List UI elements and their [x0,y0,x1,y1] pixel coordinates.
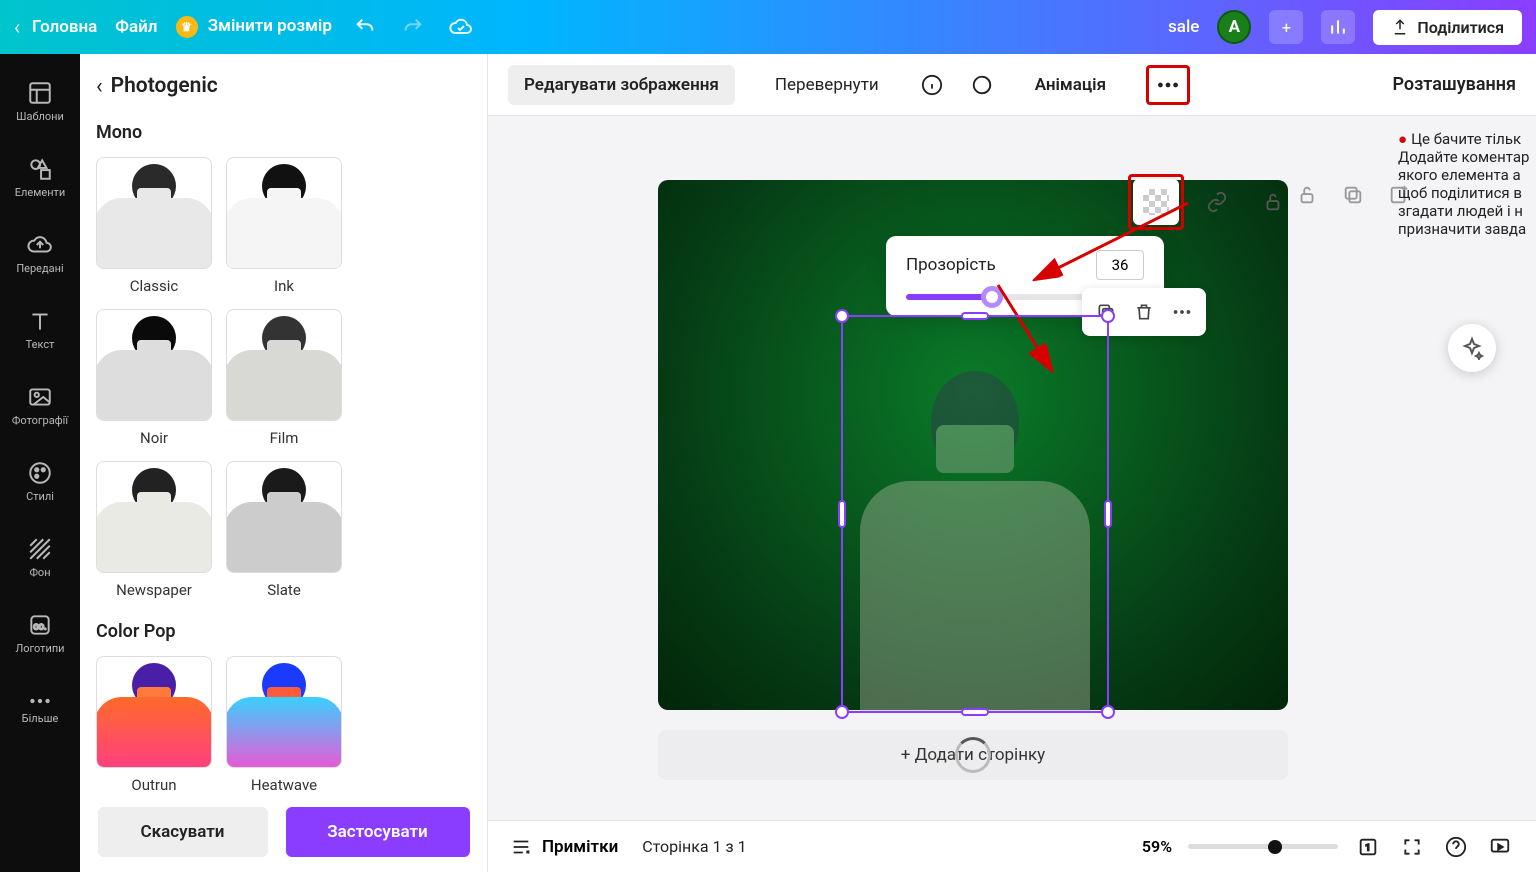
selected-image[interactable] [841,315,1109,713]
nav-label: Текст [26,338,55,351]
crown-icon: ♛ [176,16,198,38]
filter-classic[interactable]: Classic [96,157,212,295]
design-page[interactable]: Прозорість [658,180,1288,710]
cancel-button[interactable]: Скасувати [98,807,268,857]
doc-title[interactable]: sale [1168,17,1199,37]
panel-title: Photogenic [111,74,218,98]
filter-slate[interactable]: Slate [226,461,342,599]
redo-icon[interactable] [398,12,428,42]
nav-styles[interactable]: Стилі [4,448,76,514]
nav-text[interactable]: Текст [4,296,76,362]
nav-photos[interactable]: Фотографії [4,372,76,438]
nav-label: Логотипи [15,642,64,655]
left-nav: Шаблони Елементи Передані Текст Фотограф… [0,54,80,872]
home-link[interactable]: Головна [32,17,97,37]
nav-label: Стилі [26,490,54,503]
resize-label: Змінити розмір [208,16,332,36]
annotation-arrow-1 [1028,198,1198,288]
panel-back-icon[interactable]: ‹ [96,74,103,99]
nav-background[interactable]: Фон [4,524,76,590]
filter-newspaper[interactable]: Newspaper [96,461,212,599]
filter-grid-colorpop: Outrun Heatwave Amethyst [96,656,471,792]
page-duplicate-icon[interactable] [1342,184,1370,212]
nav-templates[interactable]: Шаблони [4,68,76,134]
share-button[interactable]: Поділитися [1373,10,1522,45]
nav-label: Більше [22,712,59,725]
filter-outrun[interactable]: Outrun [96,656,212,792]
status-dot-icon: ● [1398,130,1407,148]
zoom-value: 59% [1142,837,1172,856]
position-button[interactable]: Розташування [1392,74,1516,95]
comment-line: Це бачите тільк [1411,130,1521,148]
filter-heatwave[interactable]: Heatwave [226,656,342,792]
edit-image-button[interactable]: Редагувати зображення [508,65,735,105]
comment-line: Додайте коментар [1398,148,1536,166]
link-button[interactable] [1194,179,1240,225]
apply-button[interactable]: Застосувати [286,807,470,857]
undo-icon[interactable] [350,12,380,42]
loading-icon [955,737,991,773]
comments-panel: ●Це бачите тільк Додайте коментар якого … [1386,116,1536,238]
present-icon[interactable] [1486,833,1514,861]
upload-icon [1391,18,1409,36]
help-icon[interactable] [1442,833,1470,861]
cloud-sync-icon[interactable] [446,12,476,42]
fullscreen-icon[interactable] [1398,833,1426,861]
effects-icon[interactable] [969,72,995,98]
nav-label: Фотографії [12,414,68,427]
more-options-highlight [1146,65,1190,105]
comment-line: призначити завда [1398,220,1536,238]
ai-fab[interactable] [1448,324,1496,372]
zoom-slider[interactable] [1188,844,1338,849]
svg-text:co.: co. [33,621,46,632]
filter-film[interactable]: Film [226,309,342,447]
more-icon[interactable] [1155,72,1181,98]
nav-label: Шаблони [16,110,64,123]
context-toolbar: Редагувати зображення Перевернути Анімац… [488,54,1536,116]
svg-text:1: 1 [1365,843,1370,853]
filters-panel: ‹ Photogenic Mono Classic Ink Noir Film … [80,54,488,872]
nav-logos[interactable]: co. Логотипи [4,600,76,666]
nav-label: Елементи [15,186,65,199]
canvas-area[interactable]: Прозорість [488,116,1536,820]
section-mono: Mono [96,122,471,143]
nav-label: Передані [16,262,63,275]
bottom-bar: Примітки Сторінка 1 з 1 59% 1 [488,820,1536,872]
comment-line: щоб поділитися в [1398,184,1536,202]
topbar: ‹ Головна Файл ♛ Змінити розмір sale А +… [0,0,1536,54]
notes-button[interactable]: Примітки [510,836,618,858]
add-page-button[interactable]: + Додати сторінку [658,730,1288,780]
file-menu[interactable]: Файл [115,17,157,37]
filter-noir[interactable]: Noir [96,309,212,447]
add-member-icon[interactable]: + [1269,10,1303,44]
pages-grid-icon[interactable]: 1 [1354,833,1382,861]
nav-label: Фон [29,566,50,579]
transparency-label: Прозорість [906,255,996,275]
resize-button[interactable]: ♛ Змінити розмір [176,16,332,38]
nav-uploads[interactable]: Передані [4,220,76,286]
share-label: Поділитися [1417,18,1504,37]
person-graphic [860,371,1090,711]
nav-more[interactable]: Більше [4,676,76,742]
flip-button[interactable]: Перевернути [759,65,895,105]
delete-icon[interactable] [1128,296,1160,328]
insights-icon[interactable] [1321,10,1355,44]
filter-ink[interactable]: Ink [226,157,342,295]
section-colorpop: Color Pop [96,621,471,642]
lock-button[interactable] [1250,179,1296,225]
comment-line: якого елемента а [1398,166,1536,184]
animate-button[interactable]: Анімація [1019,65,1122,105]
back-chevron-icon[interactable]: ‹ [14,15,20,39]
notes-icon [510,836,532,858]
notes-label: Примітки [542,837,618,857]
page-indicator: Сторінка 1 з 1 [642,837,746,856]
comment-line: згадати людей і н [1398,202,1536,220]
user-avatar[interactable]: А [1217,10,1251,44]
sel-more-icon[interactable] [1166,296,1198,328]
info-icon[interactable] [919,72,945,98]
filter-grid-mono: Classic Ink Noir Film Newspaper Slate [96,157,471,599]
nav-elements[interactable]: Елементи [4,144,76,210]
page-lock-icon[interactable] [1296,184,1324,212]
